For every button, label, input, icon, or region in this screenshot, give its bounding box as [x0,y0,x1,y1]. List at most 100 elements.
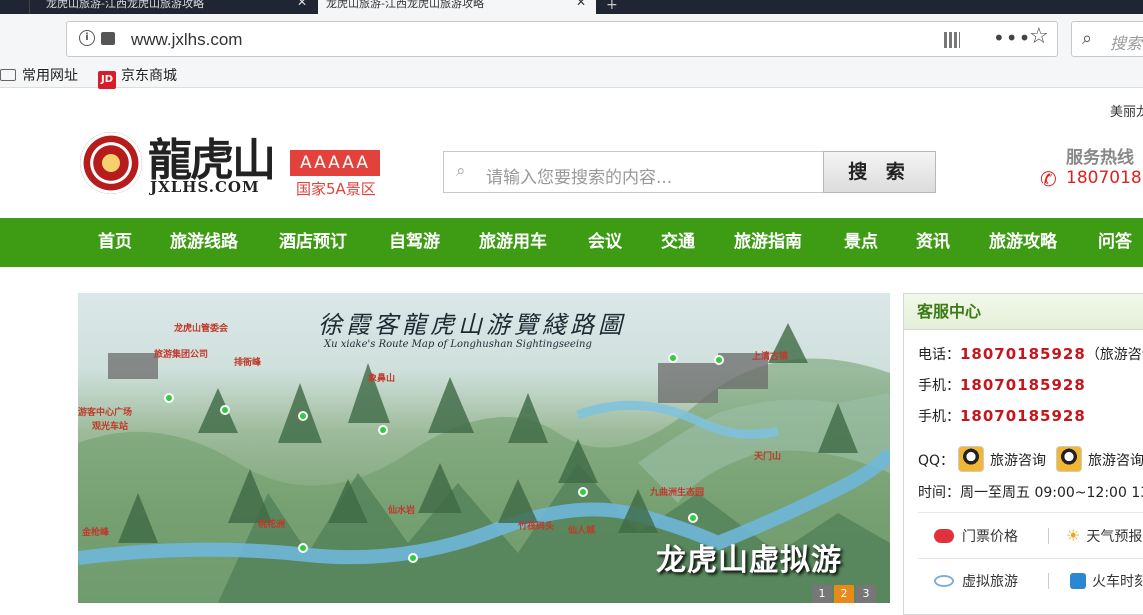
map-pin [688,513,698,523]
more-icon[interactable]: ••• [993,26,1031,50]
link-virtual-tour[interactable]: 虚拟旅游 [934,571,1018,591]
time-value: 周一至周五 09:00~12:00 13: [960,485,1143,501]
nav-item-strategy[interactable]: 旅游攻略 [989,218,1057,267]
browser-tab[interactable] [0,0,30,14]
map-pin [298,411,308,421]
map-label: 天门山 [754,452,782,462]
bookmark-common-sites[interactable]: 常用网址 [0,65,78,85]
time-label: 时间： [918,485,960,501]
mobile-number: 18070185928 [960,407,1086,425]
link-label: 虚拟旅游 [962,574,1018,590]
nav-item-traffic[interactable]: 交通 [661,218,695,267]
nav-item-scenic-spots[interactable]: 景点 [844,218,878,267]
nav-item-hotels[interactable]: 酒店预订 [279,218,347,267]
link-ticket-price[interactable]: 门票价格 [934,526,1018,546]
url-text[interactable]: www.jxlhs.com [131,30,242,50]
map-pin [714,355,724,365]
divider [1048,573,1049,589]
service-mobile-row: 手机：18070185928 [918,406,1086,426]
customer-service-panel: 客服中心 电话：18070185928（旅游咨询） 手机：18070185928… [903,293,1143,615]
map-pin [668,353,678,363]
site-search-input[interactable]: ⌕ 请输入您要搜索的内容... [443,151,824,193]
info-icon[interactable]: i [79,30,95,46]
nav-item-qa[interactable]: 问答 [1098,218,1132,267]
browser-tab-active[interactable]: 龙虎山旅游-江西龙虎山旅游攻略 ✕ [318,0,596,14]
service-title: 客服中心 [904,294,1143,330]
bookmarks-bar: 常用网址 JD 京东商城 [0,62,1143,89]
qq-link[interactable]: 旅游咨询 [990,453,1046,469]
search-button[interactable]: 搜 索 [823,151,936,193]
browser-tab-bar: 龙虎山旅游-江西龙虎山旅游攻略 ✕ 龙虎山旅游-江西龙虎山旅游攻略 ✕ + [0,0,1143,14]
slide-dot[interactable]: 3 [856,585,876,603]
new-tab-icon[interactable]: + [606,0,618,13]
main-nav: 首页 旅游线路 酒店预订 自驾游 旅游用车 会议 交通 旅游指南 景点 资讯 旅… [0,218,1143,267]
map-label: 龙虎山管委会 [174,324,229,334]
map-pin [408,553,418,563]
close-icon[interactable]: ✕ [576,0,586,8]
link-label: 火车时刻 [1092,574,1143,590]
page-icon [101,32,115,45]
top-right-text: 美丽龙虎山 [1110,105,1143,120]
tab-title: 龙虎山旅游-江西龙虎山旅游攻略 [326,0,484,10]
browser-search-input[interactable]: ⌕ 搜索 [1071,21,1143,57]
address-bar[interactable]: i www.jxlhs.com ••• ☆ [66,21,1058,57]
phone-note: （旅游咨询） [1085,347,1143,363]
mobile-number: 18070185928 [960,376,1086,394]
qr-code-icon[interactable] [944,32,960,48]
qq-icon[interactable] [1056,446,1083,472]
search-icon: ⌕ [1082,28,1093,49]
qq-link[interactable]: 旅游咨询 [1088,453,1143,469]
map-pin [298,543,308,553]
map-pin [378,425,388,435]
banner-map-title: 徐霞客龍虎山游覽綫路圖 [318,311,626,339]
phone-icon: ✆ [1040,167,1057,191]
qq-label: QQ： [918,453,955,469]
slide-dot-active[interactable]: 2 [834,585,854,603]
nav-item-home[interactable]: 首页 [98,218,132,267]
phone-label: 电话： [918,347,960,363]
nav-item-car-rental[interactable]: 旅游用车 [479,218,547,267]
map-label: 象鼻山 [368,374,396,384]
site-logo[interactable]: 龍虎山 JXLHS.COM [78,128,278,204]
nav-item-routes[interactable]: 旅游线路 [170,218,238,267]
map-label: 游客中心广场 [78,408,133,418]
browser-tab[interactable]: 龙虎山旅游-江西龙虎山旅游攻略 ✕ [32,0,317,14]
search-icon: ⌕ [456,161,466,181]
bookmark-label: 常用网址 [22,68,78,84]
virtual-tour-icon [934,575,954,587]
map-label: 金枪峰 [82,528,110,538]
hotline-label: 服务热线 [1066,148,1134,168]
nav-item-self-drive[interactable]: 自驾游 [389,218,440,267]
close-icon[interactable]: ✕ [297,0,307,8]
service-mobile-row: 手机：18070185928 [918,375,1086,395]
link-label: 门票价格 [962,529,1018,545]
link-weather[interactable]: ☀ 天气预报 [1066,526,1142,546]
map-pin [220,405,230,415]
bookmark-star-icon[interactable]: ☆ [1029,24,1049,49]
bookmark-label: 京东商城 [121,68,177,84]
map-label: 旅游集团公司 [154,350,209,360]
slide-indicator: 123 [810,582,876,603]
map-pin [578,487,588,497]
nav-item-guide[interactable]: 旅游指南 [734,218,802,267]
link-train-schedule[interactable]: 火车时刻 [1070,571,1143,591]
weather-icon: ☀ [1066,526,1081,545]
nav-item-meeting[interactable]: 会议 [588,218,622,267]
folder-icon [0,69,16,81]
5a-badge-label: 国家5A景区 [296,180,376,198]
map-label: 九曲洲生态园 [650,488,705,498]
banner-slideshow[interactable]: 徐霞客龍虎山游覽綫路圖 Xu xiake's Route Map of Long… [78,293,890,603]
tab-title: 龙虎山旅游-江西龙虎山旅游攻略 [46,0,204,10]
search-placeholder: 请输入您要搜索的内容... [486,168,673,188]
mobile-label: 手机： [918,378,960,394]
banner-map-subtitle: Xu xiake's Route Map of Longhushan Sight… [324,339,592,350]
banner-caption[interactable]: 龙虎山虚拟游 [656,535,842,579]
map-pin [164,393,174,403]
nav-item-news[interactable]: 资讯 [916,218,950,267]
bookmark-jd[interactable]: JD 京东商城 [98,65,177,89]
qq-icon[interactable] [958,446,985,472]
map-label: 上清古镇 [752,352,789,362]
divider [918,558,1143,559]
divider [1048,528,1049,544]
slide-dot[interactable]: 1 [812,585,832,603]
